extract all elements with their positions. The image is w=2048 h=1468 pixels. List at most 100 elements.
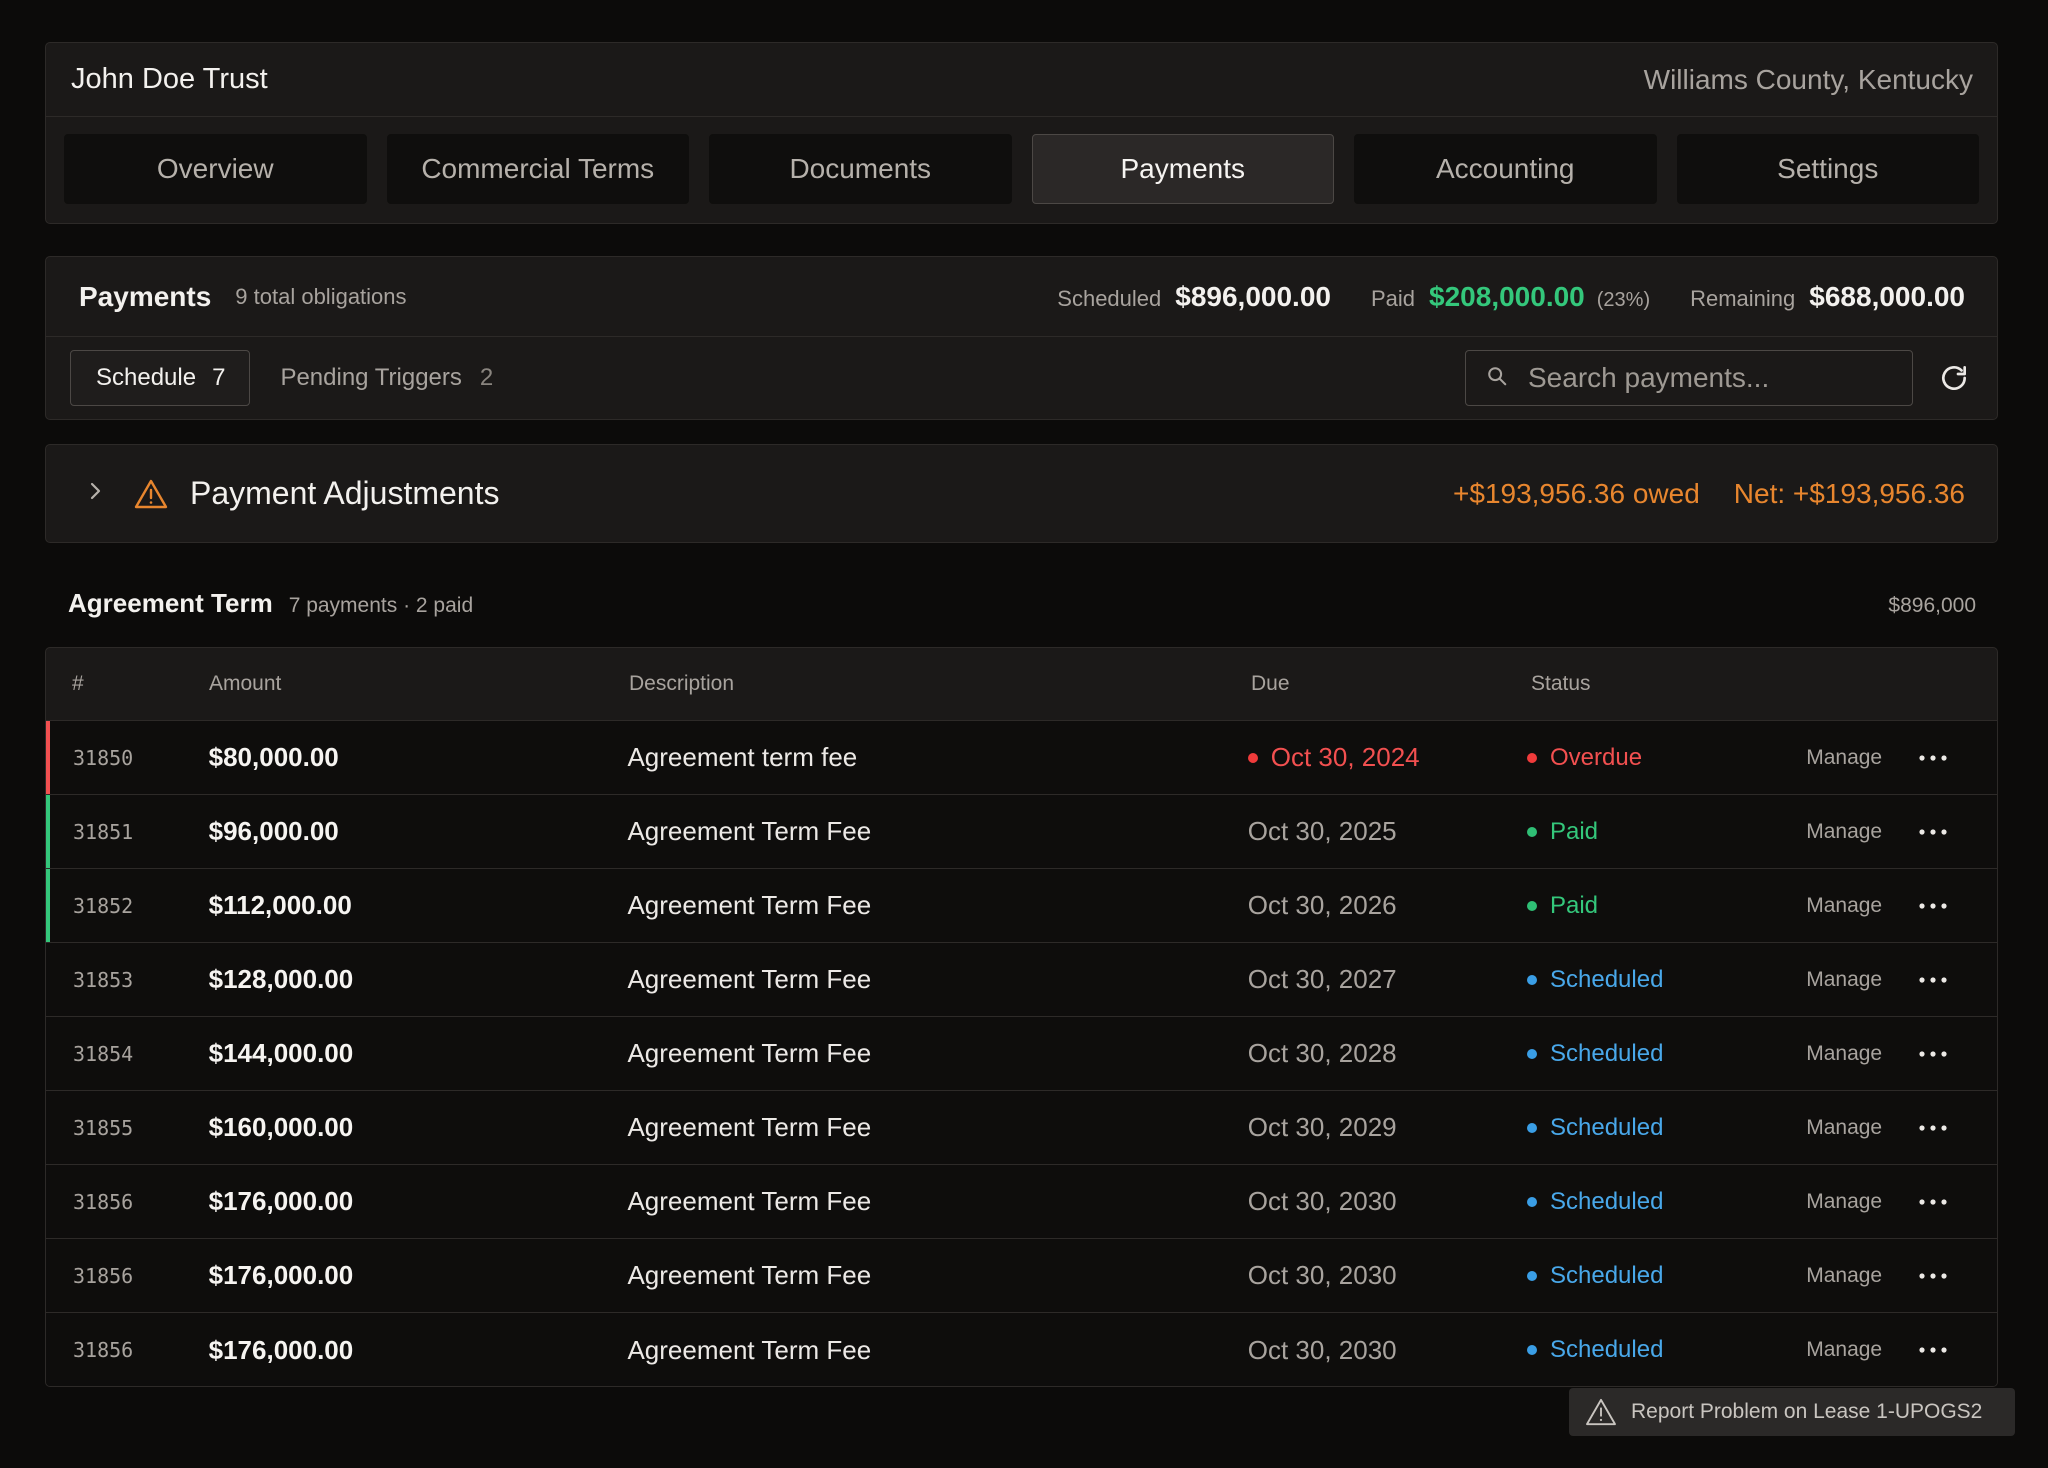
manage-button[interactable]: Manage [1806, 1338, 1882, 1362]
remaining-value: $688,000.00 [1809, 280, 1965, 312]
payment-adjustments-card[interactable]: Payment Adjustments +$193,956.36 owed Ne… [45, 444, 1998, 543]
table-row[interactable]: 31853 $128,000.00 Agreement Term Fee Oct 30… [46, 943, 1997, 1017]
payment-description: Agreement Term Fee [627, 964, 872, 994]
tab-bar: Overview Commercial Terms Documents Paym… [46, 117, 1997, 204]
payment-due-date: Oct 30, 2025 [1247, 816, 1397, 846]
more-horizontal-icon[interactable] [1916, 902, 1950, 910]
payment-number: 31852 [73, 893, 134, 918]
paid-value: $208,000.00 [1429, 280, 1585, 312]
status-dot [1526, 1048, 1537, 1059]
payment-status: Scheduled [1526, 1336, 1806, 1364]
status-dot [1526, 1270, 1537, 1281]
warning-icon [1585, 1398, 1617, 1426]
row-status-accent [46, 795, 50, 868]
search-icon [1486, 365, 1508, 392]
payments-toolbar: Schedule 7 Pending Triggers 2 Search pay… [46, 337, 1997, 419]
more-horizontal-icon[interactable] [1916, 1050, 1950, 1058]
adjustments-title: Payment Adjustments [190, 475, 500, 511]
payment-status-label: Overdue [1549, 743, 1643, 771]
payment-number: 31853 [73, 967, 134, 992]
payments-title: Payments [79, 280, 212, 312]
table-row[interactable]: 31852 $112,000.00 Agreement Term Fee Oct 30… [46, 869, 1997, 943]
payment-amount: $96,000.00 [208, 816, 339, 846]
table-row[interactable]: 31851 $96,000.00 Agreement Term Fee Oct 30,… [46, 795, 1997, 869]
table-row[interactable]: 31856 $176,000.00 Agreement Term Fee Oct 30… [46, 1165, 1997, 1239]
manage-button[interactable]: Manage [1806, 968, 1882, 992]
adjustments-net: Net: +$193,956.36 [1733, 477, 1965, 509]
payment-due: Oct 30, 2028 [1248, 1038, 1527, 1069]
more-horizontal-icon[interactable] [1916, 1346, 1950, 1354]
status-dot [1526, 1196, 1537, 1207]
more-horizontal-icon[interactable] [1916, 1124, 1950, 1132]
payment-status-label: Scheduled [1549, 1039, 1664, 1067]
col-header-status: Status [1531, 672, 1591, 695]
pending-triggers-tab[interactable]: Pending Triggers 2 [280, 364, 493, 392]
report-problem-button[interactable]: Report Problem on Lease 1-UPOGS2 [1569, 1388, 2015, 1436]
table-header: # Amount Description Due Status [46, 648, 1997, 721]
payment-amount: $112,000.00 [208, 890, 352, 920]
lease-header-row: John Doe Trust Williams County, Kentucky [46, 43, 1997, 117]
table-row[interactable]: 31855 $160,000.00 Agreement Term Fee Oct 30… [46, 1091, 1997, 1165]
manage-button[interactable]: Manage [1806, 1190, 1882, 1214]
col-header-amount: Amount [209, 672, 282, 695]
tab-payments[interactable]: Payments [1031, 134, 1334, 204]
manage-button[interactable]: Manage [1806, 820, 1882, 844]
more-horizontal-icon[interactable] [1916, 1272, 1950, 1280]
payment-number: 31856 [73, 1189, 134, 1214]
payment-number: 31856 [73, 1263, 134, 1288]
payment-amount: $144,000.00 [208, 1038, 354, 1068]
manage-button[interactable]: Manage [1806, 1116, 1882, 1140]
tab-overview[interactable]: Overview [64, 134, 367, 204]
paid-percent: (23%) [1596, 288, 1651, 311]
status-dot [1526, 1122, 1537, 1133]
tab-documents[interactable]: Documents [709, 134, 1012, 204]
payments-summary-row: Payments 9 total obligations Scheduled $… [46, 257, 1997, 337]
table-row[interactable]: 31856 $176,000.00 Agreement Term Fee Oct 30… [46, 1239, 1997, 1313]
more-horizontal-icon[interactable] [1916, 754, 1950, 762]
more-horizontal-icon[interactable] [1916, 828, 1950, 836]
table-row[interactable]: 31850 $80,000.00 Agreement term fee Oct 30,… [46, 721, 1997, 795]
schedule-tab-count: 7 [212, 364, 226, 391]
status-dot [1526, 752, 1537, 763]
payment-due-date: Oct 30, 2026 [1247, 890, 1397, 920]
manage-button[interactable]: Manage [1806, 1042, 1882, 1066]
table-row[interactable]: 31854 $144,000.00 Agreement Term Fee Oct 30… [46, 1017, 1997, 1091]
payment-description: Agreement Term Fee [627, 1260, 872, 1290]
manage-button[interactable]: Manage [1806, 746, 1882, 770]
manage-button[interactable]: Manage [1806, 894, 1882, 918]
payment-status-label: Paid [1549, 891, 1599, 919]
term-subtitle: 7 payments · 2 paid [288, 594, 474, 617]
payment-due-date: Oct 30, 2028 [1247, 1038, 1397, 1068]
more-horizontal-icon[interactable] [1916, 976, 1950, 984]
tab-accounting[interactable]: Accounting [1354, 134, 1657, 204]
more-horizontal-icon[interactable] [1916, 1198, 1950, 1206]
payment-status: Overdue [1526, 743, 1806, 772]
payment-status: Scheduled [1526, 1188, 1806, 1216]
payment-amount: $160,000.00 [208, 1112, 354, 1142]
term-total: $896,000 [1888, 594, 1976, 617]
remaining-label: Remaining [1690, 285, 1796, 311]
schedule-tab[interactable]: Schedule 7 [70, 350, 251, 406]
payment-amount: $176,000.00 [208, 1186, 354, 1216]
refresh-icon[interactable] [1937, 361, 1971, 395]
agreement-term-header: Agreement Term 7 payments · 2 paid $896,… [68, 588, 1976, 619]
lease-header-card: John Doe Trust Williams County, Kentucky… [45, 42, 1998, 224]
scheduled-label: Scheduled [1057, 285, 1162, 311]
status-dot [1526, 900, 1537, 911]
chevron-right-icon[interactable] [86, 479, 106, 508]
payment-number: 31856 [73, 1338, 134, 1362]
manage-button[interactable]: Manage [1806, 1264, 1882, 1288]
payment-due-date: Oct 30, 2024 [1270, 742, 1420, 772]
table-row[interactable]: 31856 $176,000.00 Agreement Term Fee Oct 30… [46, 1313, 1997, 1386]
tab-commercial-terms[interactable]: Commercial Terms [386, 134, 689, 204]
pending-triggers-count: 2 [479, 364, 494, 391]
payment-description: Agreement Term Fee [627, 890, 872, 920]
payment-status: Paid [1526, 818, 1806, 846]
payment-due-date: Oct 30, 2030 [1247, 1260, 1397, 1290]
payment-amount: $80,000.00 [208, 742, 339, 772]
term-title: Agreement Term [68, 588, 273, 618]
tab-settings[interactable]: Settings [1676, 134, 1979, 204]
lease-location: Williams County, Kentucky [1643, 63, 1973, 95]
search-payments-input[interactable]: Search payments... [1465, 350, 1913, 406]
payment-due-date: Oct 30, 2030 [1247, 1334, 1397, 1365]
